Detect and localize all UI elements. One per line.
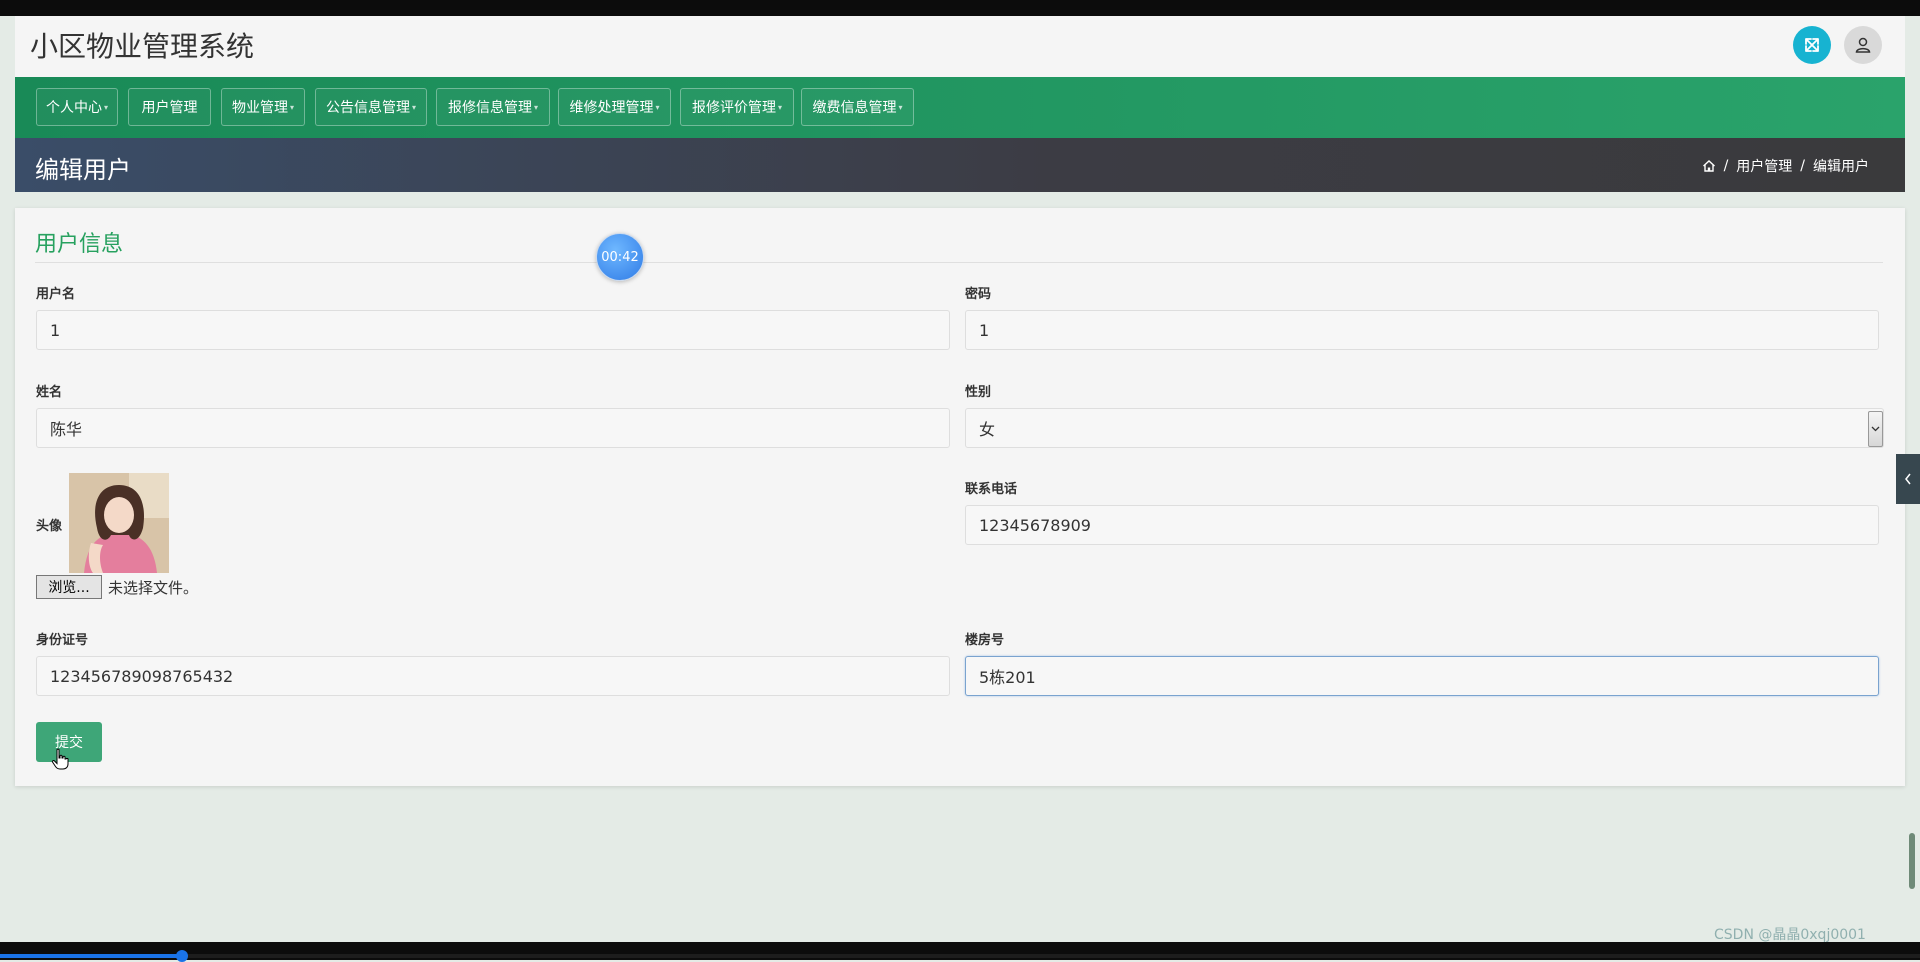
breadcrumb-separator: / xyxy=(1723,158,1729,174)
chevron-down-icon: ▾ xyxy=(898,102,903,112)
building-field[interactable]: 5栋201 xyxy=(965,656,1879,696)
nav-item-personal-center[interactable]: 个人中心 ▾ xyxy=(36,88,118,126)
page-title-bar: 编辑用户 / 用户管理 / 编辑用户 xyxy=(15,138,1905,192)
id-number-value: 123456789098765432 xyxy=(50,666,234,686)
nav-item-repair-handling-management[interactable]: 维修处理管理 ▾ xyxy=(558,88,671,126)
page-scrollbar[interactable] xyxy=(1909,833,1915,889)
user-menu-button[interactable] xyxy=(1844,26,1882,64)
id-number-label: 身份证号 xyxy=(36,633,89,648)
window-top-band xyxy=(0,0,1920,16)
gender-select[interactable]: 女 xyxy=(965,408,1884,448)
name-field[interactable]: 陈华 xyxy=(36,408,950,448)
nav-item-property-management[interactable]: 物业管理 ▾ xyxy=(221,88,305,126)
nav-item-payment-management[interactable]: 缴费信息管理 ▾ xyxy=(801,88,914,126)
expand-icon xyxy=(1805,38,1819,52)
phone-value: 12345678909 xyxy=(979,515,1091,535)
gender-value: 女 xyxy=(979,420,996,439)
building-label: 楼房号 xyxy=(965,633,1005,648)
watermark: CSDN @晶晶0xqj0001 xyxy=(1714,927,1866,943)
file-status-text: 未选择文件。 xyxy=(108,579,199,597)
nav-item-label: 公告信息管理 xyxy=(325,100,410,116)
app-title: 小区物业管理系统 xyxy=(30,30,255,63)
video-progress-track[interactable] xyxy=(0,954,1920,958)
id-number-field[interactable]: 123456789098765432 xyxy=(36,656,950,696)
video-progress-knob[interactable] xyxy=(176,950,188,962)
avatar-label: 头像 xyxy=(36,519,63,534)
password-label: 密码 xyxy=(965,287,992,302)
chevron-down-icon[interactable] xyxy=(1868,411,1883,447)
breadcrumb: / 用户管理 / 编辑用户 xyxy=(1702,156,1869,176)
submit-button[interactable]: 提交 xyxy=(36,722,102,762)
page-title: 编辑用户 xyxy=(35,156,131,184)
recording-timer-badge: 00:42 xyxy=(596,233,644,281)
nav-item-notice-management[interactable]: 公告信息管理 ▾ xyxy=(315,88,427,126)
chevron-down-icon: ▾ xyxy=(655,102,660,112)
username-field[interactable]: 1 xyxy=(36,310,950,350)
browse-file-button[interactable]: 浏览... xyxy=(36,575,102,599)
breadcrumb-separator: / xyxy=(1800,158,1805,174)
side-panel-toggle[interactable] xyxy=(1896,454,1920,504)
chevron-down-icon: ▾ xyxy=(289,102,294,112)
gender-label: 性别 xyxy=(965,385,992,400)
phone-label: 联系电话 xyxy=(965,482,1018,497)
user-info-card: 用户信息 用户名 1 密码 1 姓名 陈华 性别 女 头像 浏览... 未选择文… xyxy=(15,208,1905,786)
fullscreen-button[interactable] xyxy=(1793,26,1831,64)
home-icon[interactable] xyxy=(1702,159,1716,173)
nav-item-label: 个人中心 xyxy=(45,100,102,116)
password-value: 1 xyxy=(979,320,990,340)
name-label: 姓名 xyxy=(36,385,63,400)
username-value: 1 xyxy=(50,320,61,340)
nav-item-repair-review-management[interactable]: 报修评价管理 ▾ xyxy=(680,88,794,126)
breadcrumb-edit-user: 编辑用户 xyxy=(1813,159,1869,175)
chevron-down-icon: ▾ xyxy=(533,102,538,112)
user-icon xyxy=(1855,37,1871,53)
chevron-left-icon xyxy=(1905,473,1911,485)
building-value: 5栋201 xyxy=(979,668,1036,687)
section-title: 用户信息 xyxy=(35,232,124,257)
chevron-down-icon: ▾ xyxy=(103,102,108,112)
video-progress-fill xyxy=(0,954,182,958)
nav-item-label: 缴费信息管理 xyxy=(812,100,897,116)
avatar-image xyxy=(69,473,169,573)
nav-item-repair-info-management[interactable]: 报修信息管理 ▾ xyxy=(436,88,550,126)
nav-item-label: 报修信息管理 xyxy=(447,100,532,116)
section-divider xyxy=(35,262,1883,263)
chevron-down-icon: ▾ xyxy=(777,102,782,112)
phone-field[interactable]: 12345678909 xyxy=(965,505,1879,545)
chevron-down-icon: ▾ xyxy=(411,102,416,112)
nav-item-label: 物业管理 xyxy=(231,100,288,116)
name-value: 陈华 xyxy=(50,420,83,439)
nav-item-label: 用户管理 xyxy=(141,100,198,116)
nav-item-user-management[interactable]: 用户管理 xyxy=(128,88,211,126)
main-nav: 个人中心 ▾ 用户管理 物业管理 ▾ 公告信息管理 ▾ 报修信息管理 ▾ 维修处理管理 ▾… xyxy=(15,77,1905,138)
app-header: 小区物业管理系统 xyxy=(15,16,1905,77)
nav-item-label: 报修评价管理 xyxy=(691,100,776,116)
nav-item-label: 维修处理管理 xyxy=(569,100,654,116)
username-label: 用户名 xyxy=(36,287,76,302)
hand-cursor-icon xyxy=(51,748,69,770)
password-field[interactable]: 1 xyxy=(965,310,1879,350)
breadcrumb-user-management[interactable]: 用户管理 xyxy=(1736,156,1792,176)
